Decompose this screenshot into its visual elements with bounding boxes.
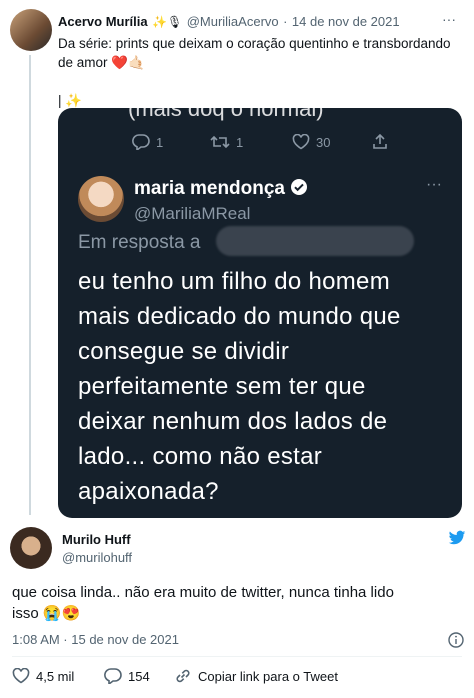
reply-count: 154 bbox=[128, 668, 150, 684]
tweet-text-line: perfeitamente sem ter que bbox=[78, 373, 366, 400]
copy-link-action[interactable]: Copiar link para o Tweet bbox=[174, 668, 338, 684]
tweet-text-line: isso 😭😍 bbox=[12, 605, 81, 622]
author-handle[interactable]: @MuriliaAcervo bbox=[187, 14, 279, 29]
author-emojis: ✨🎙 bbox=[152, 15, 183, 29]
cut-text: (mais doq o normal) bbox=[128, 108, 324, 121]
like-action[interactable]: 30 bbox=[292, 134, 330, 150]
retweet-count: 1 bbox=[236, 134, 244, 150]
author-handle[interactable]: @murilohuff bbox=[62, 550, 132, 565]
avatar[interactable] bbox=[78, 176, 124, 222]
reply-icon bbox=[132, 134, 150, 150]
redacted-username bbox=[216, 226, 414, 256]
separator: · bbox=[283, 14, 288, 29]
tweet-text: eu tenho um filho do homem mais dedicado… bbox=[78, 264, 401, 509]
info-icon[interactable] bbox=[448, 632, 464, 648]
author-name[interactable]: Murilo Huff bbox=[62, 532, 131, 547]
tweet-text: que coisa linda.. não era muito de twitt… bbox=[12, 582, 394, 624]
retweet-action[interactable]: 1 bbox=[210, 134, 243, 150]
author-name[interactable]: Acervo Murília bbox=[58, 14, 148, 29]
heart-icon bbox=[292, 134, 310, 150]
tweet-text: Da série: prints que deixam o coração qu… bbox=[58, 34, 451, 110]
like-count: 4,5 mil bbox=[36, 668, 75, 684]
tweet-text-line: apaixonada? bbox=[78, 478, 219, 505]
tweet-text-line: de amor ❤️🤙🏻 bbox=[58, 55, 145, 70]
tweet-text-line: que coisa linda.. não era muito de twitt… bbox=[12, 584, 394, 601]
thread-line bbox=[29, 55, 31, 515]
reply-icon bbox=[104, 668, 122, 684]
like-action[interactable]: 4,5 mil bbox=[12, 668, 74, 684]
author-name[interactable]: maria mendonça bbox=[134, 178, 308, 200]
verified-badge-icon bbox=[290, 178, 308, 196]
author-name-text: maria mendonça bbox=[134, 178, 285, 199]
more-options-icon[interactable]: ··· bbox=[442, 11, 456, 27]
tweet-text-line: eu tenho um filho do homem bbox=[78, 268, 390, 295]
reply-prefix: Em resposta a bbox=[78, 232, 201, 253]
reply-action[interactable]: 1 bbox=[132, 134, 163, 150]
tweet-text-line: lado... como não estar bbox=[78, 443, 323, 470]
tweet-text-line: Da série: prints que deixam o coração qu… bbox=[58, 36, 451, 51]
avatar[interactable] bbox=[10, 527, 52, 569]
link-icon bbox=[174, 668, 192, 684]
tweet-text-line: consegue se dividir bbox=[78, 338, 290, 365]
share-icon bbox=[372, 134, 388, 150]
tweet-timestamp[interactable]: 1:08 AM · 15 de nov de 2021 bbox=[12, 632, 179, 647]
tweet-date[interactable]: 14 de nov de 2021 bbox=[292, 14, 400, 29]
share-action[interactable] bbox=[372, 134, 388, 150]
embedded-screenshot[interactable]: (mais doq o normal) 1 1 30 maria mendonç… bbox=[58, 108, 462, 518]
heart-icon bbox=[12, 668, 30, 684]
divider bbox=[12, 656, 462, 657]
reply-action[interactable]: 154 bbox=[104, 668, 150, 684]
retweet-icon bbox=[210, 134, 230, 150]
copy-link-label: Copiar link para o Tweet bbox=[198, 668, 338, 684]
tweet-header: Acervo Murília ✨🎙 @MuriliaAcervo · 14 de… bbox=[58, 13, 400, 31]
avatar[interactable] bbox=[10, 9, 52, 51]
author-handle[interactable]: @MariliaMReal bbox=[134, 204, 250, 224]
more-options-icon[interactable]: ··· bbox=[426, 176, 442, 194]
tweet-text-line: mais dedicado do mundo que bbox=[78, 303, 401, 330]
twitter-logo-icon[interactable] bbox=[448, 530, 466, 546]
like-count: 30 bbox=[316, 134, 331, 150]
reply-count: 1 bbox=[156, 134, 164, 150]
tweet-text-line: deixar nenhum dos lados de bbox=[78, 408, 388, 435]
